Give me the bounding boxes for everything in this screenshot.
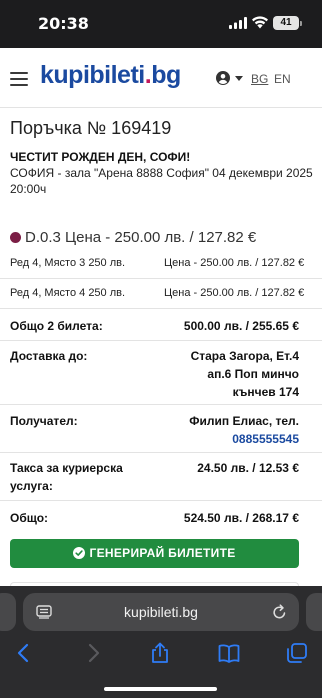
address-bar[interactable]: kupibileti.bg [23,593,299,631]
ticket-seat: Ред 4, Място 3 250 лв. [10,257,126,269]
recipient-label: Получател: [10,414,78,428]
courier-fee-label: Такса за куриерска услуга: [10,461,123,493]
total-tickets-row: Общо 2 билета: 500.00 лв. / 255.65 € [0,309,322,341]
generate-tickets-label: ГЕНЕРИРАЙ БИЛЕТИТЕ [89,546,236,560]
forward-icon[interactable] [82,642,104,664]
grand-total-row: Общо: 524.50 лв. / 268.17 € [0,501,322,533]
reload-icon[interactable] [272,604,287,620]
delivery-row: Доставка до: Стара Загора, Ет.4 ап.6 Поп… [0,341,322,405]
menu-icon[interactable] [10,72,28,86]
previous-tab-peek[interactable] [0,593,16,631]
battery-icon: 41 [273,16,302,30]
recipient-phone-link[interactable]: 0885555545 [189,430,299,448]
zone-price-line: D.0.3 Цена - 250.00 лв. / 127.82 € [10,229,256,246]
bookmarks-icon[interactable] [218,642,240,664]
generate-tickets-button[interactable]: ГЕНЕРИРАЙ БИЛЕТИТЕ [10,539,299,568]
check-circle-icon [73,547,86,559]
recipient-value: Филип Елиас, тел. 0885555545 [189,414,299,448]
event-greeting: ЧЕСТИТ РОЖДЕН ДЕН, СОФИ! [10,150,191,164]
next-tab-peek[interactable] [306,593,322,631]
courier-fee-value: 24.50 лв. / 12.53 € [197,461,299,475]
site-header: kupibileti.bg BG EN [0,48,322,108]
delivery-label: Доставка до: [10,349,88,363]
share-icon[interactable] [149,642,171,664]
ticket-price: Цена - 250.00 лв. / 127.82 € [164,287,305,299]
ticket-row: Ред 4, Място 3 250 лв. Цена - 250.00 лв.… [0,249,322,279]
ticket-price: Цена - 250.00 лв. / 127.82 € [164,257,305,269]
grand-total-value: 524.50 лв. / 268.17 € [183,511,299,525]
home-indicator[interactable] [104,687,217,691]
total-tickets-value: 500.00 лв. / 255.65 € [183,319,299,333]
browser-toolbar: kupibileti.bg [0,586,322,698]
order-title: Поръчка № 169419 [10,118,172,138]
status-bar: 20:38 41 [0,0,322,48]
ticket-row: Ред 4, Място 4 250 лв. Цена - 250.00 лв.… [0,279,322,309]
cellular-signal-icon [229,17,247,29]
zone-price-text: D.0.3 Цена - 250.00 лв. / 127.82 € [25,229,257,246]
delivery-address: Стара Загора, Ет.4 ап.6 Поп минчо кънчев… [190,349,299,399]
wifi-icon [252,16,268,29]
status-time: 20:38 [38,14,89,33]
address-url[interactable]: kupibileti.bg [23,604,299,620]
language-en-link[interactable]: EN [274,72,291,86]
total-tickets-label: Общо 2 билета: [10,319,103,333]
language-bg-link[interactable]: BG [251,72,268,86]
recipient-row: Получател: Филип Елиас, тел. 0885555545 [0,405,322,453]
chevron-down-icon[interactable] [235,76,243,81]
back-icon[interactable] [13,642,35,664]
user-account-icon[interactable] [216,71,230,85]
site-logo[interactable]: kupibileti.bg [40,61,181,90]
tabs-icon[interactable] [286,642,308,664]
zone-color-dot [10,232,21,243]
event-venue-date: СОФИЯ - зала "Арена 8888 София" 04 декем… [10,166,313,196]
ticket-seat: Ред 4, Място 4 250 лв. [10,287,126,299]
courier-fee-row: Такса за куриерска услуга: 24.50 лв. / 1… [0,453,322,501]
grand-total-label: Общо: [10,511,49,525]
